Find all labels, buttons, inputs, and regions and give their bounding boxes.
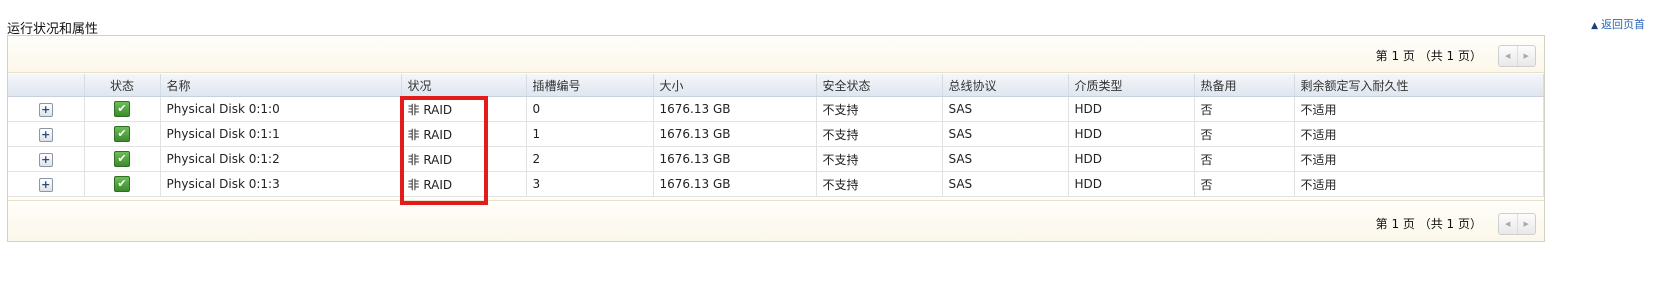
disk-hotspare: 否 bbox=[1194, 96, 1295, 122]
header-slot[interactable]: 插槽编号 bbox=[526, 74, 654, 97]
disk-size: 1676.13 GB bbox=[653, 96, 817, 122]
header-status[interactable]: 状态 bbox=[84, 74, 161, 97]
disk-condition: 非 RAID bbox=[401, 146, 527, 172]
pager-bottom-text: 第 1 页 （共 1 页） bbox=[1375, 217, 1482, 231]
disk-media: HDD bbox=[1068, 171, 1195, 197]
pager-bottom-buttons: ◀ ▶ bbox=[1498, 213, 1536, 235]
disk-bus: SAS bbox=[942, 96, 1069, 122]
disk-security: 不支持 bbox=[816, 96, 943, 122]
check-icon: ✔ bbox=[114, 126, 130, 142]
disk-condition: 非 RAID bbox=[401, 96, 527, 122]
back-to-top-link[interactable]: ▲ 返回页首 bbox=[1591, 16, 1645, 32]
pager-top-buttons: ◀ ▶ bbox=[1498, 45, 1536, 67]
prev-page-button[interactable]: ◀ bbox=[1499, 46, 1518, 66]
disk-name: Physical Disk 0:1:3 bbox=[160, 171, 402, 197]
table-row: + ✔ Physical Disk 0:1:3 非 RAID 3 1676.13… bbox=[8, 171, 1544, 197]
triangle-up-icon: ▲ bbox=[1591, 21, 1598, 31]
check-icon: ✔ bbox=[114, 101, 130, 117]
header-security[interactable]: 安全状态 bbox=[816, 74, 943, 97]
disk-media: HDD bbox=[1068, 121, 1195, 147]
disk-slot: 1 bbox=[526, 121, 654, 147]
disk-condition: 非 RAID bbox=[401, 171, 527, 197]
disk-name: Physical Disk 0:1:1 bbox=[160, 121, 402, 147]
disk-security: 不支持 bbox=[816, 146, 943, 172]
next-page-button[interactable]: ▶ bbox=[1518, 214, 1536, 234]
plus-icon[interactable]: + bbox=[38, 102, 53, 117]
check-icon: ✔ bbox=[114, 151, 130, 167]
disk-slot: 0 bbox=[526, 96, 654, 122]
pager-bottom: 第 1 页 （共 1 页） ◀ ▶ bbox=[8, 200, 1544, 241]
prev-page-button[interactable]: ◀ bbox=[1499, 214, 1518, 234]
pager-top: 第 1 页 （共 1 页） ◀ ▶ bbox=[8, 36, 1544, 73]
disk-table: 状态 名称 状况 插槽编号 大小 安全状态 总线协议 介质类型 热备用 剩余额定… bbox=[8, 74, 1544, 197]
disk-security: 不支持 bbox=[816, 171, 943, 197]
pager-top-text: 第 1 页 （共 1 页） bbox=[1375, 49, 1482, 63]
disk-slot: 3 bbox=[526, 171, 654, 197]
header-media-type[interactable]: 介质类型 bbox=[1068, 74, 1195, 97]
disk-name: Physical Disk 0:1:0 bbox=[160, 96, 402, 122]
back-to-top-label: 返回页首 bbox=[1601, 18, 1645, 31]
disk-endurance: 不适用 bbox=[1294, 146, 1544, 172]
header-name[interactable]: 名称 bbox=[160, 74, 402, 97]
disk-hotspare: 否 bbox=[1194, 171, 1295, 197]
table-row: + ✔ Physical Disk 0:1:2 非 RAID 2 1676.13… bbox=[8, 146, 1544, 172]
header-condition[interactable]: 状况 bbox=[401, 74, 527, 97]
table-header-row: 状态 名称 状况 插槽编号 大小 安全状态 总线协议 介质类型 热备用 剩余额定… bbox=[8, 74, 1544, 97]
disk-slot: 2 bbox=[526, 146, 654, 172]
disk-hotspare: 否 bbox=[1194, 121, 1295, 147]
plus-icon[interactable]: + bbox=[38, 127, 53, 142]
header-hot-spare[interactable]: 热备用 bbox=[1194, 74, 1295, 97]
disk-bus: SAS bbox=[942, 171, 1069, 197]
disk-endurance: 不适用 bbox=[1294, 121, 1544, 147]
disk-media: HDD bbox=[1068, 146, 1195, 172]
disk-security: 不支持 bbox=[816, 121, 943, 147]
disk-bus: SAS bbox=[942, 121, 1069, 147]
check-icon: ✔ bbox=[114, 176, 130, 192]
disk-endurance: 不适用 bbox=[1294, 96, 1544, 122]
next-page-button[interactable]: ▶ bbox=[1518, 46, 1536, 66]
plus-icon[interactable]: + bbox=[38, 177, 53, 192]
physical-disk-panel: 第 1 页 （共 1 页） ◀ ▶ 状态 名称 状况 插槽编号 大小 安全状态 … bbox=[7, 35, 1545, 242]
disk-media: HDD bbox=[1068, 96, 1195, 122]
plus-icon[interactable]: + bbox=[38, 152, 53, 167]
disk-hotspare: 否 bbox=[1194, 146, 1295, 172]
disk-endurance: 不适用 bbox=[1294, 171, 1544, 197]
disk-condition: 非 RAID bbox=[401, 121, 527, 147]
header-expand bbox=[8, 74, 85, 97]
disk-size: 1676.13 GB bbox=[653, 146, 817, 172]
header-size[interactable]: 大小 bbox=[653, 74, 817, 97]
disk-name: Physical Disk 0:1:2 bbox=[160, 146, 402, 172]
table-row: + ✔ Physical Disk 0:1:0 非 RAID 0 1676.13… bbox=[8, 96, 1544, 122]
disk-size: 1676.13 GB bbox=[653, 121, 817, 147]
disk-size: 1676.13 GB bbox=[653, 171, 817, 197]
disk-bus: SAS bbox=[942, 146, 1069, 172]
table-row: + ✔ Physical Disk 0:1:1 非 RAID 1 1676.13… bbox=[8, 121, 1544, 147]
header-endurance[interactable]: 剩余额定写入耐久性 bbox=[1294, 74, 1544, 97]
header-bus-protocol[interactable]: 总线协议 bbox=[942, 74, 1069, 97]
